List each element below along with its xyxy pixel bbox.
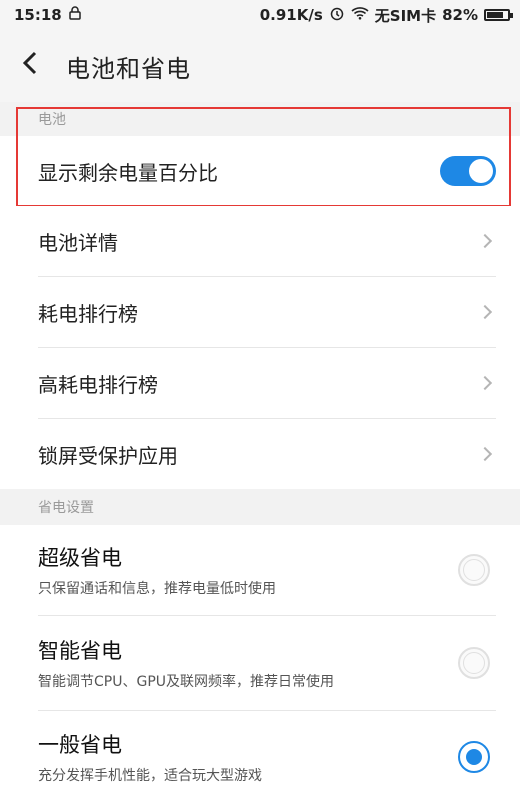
network-speed: 0.91K/s bbox=[259, 6, 323, 24]
mode-text: 智能省电 智能调节CPU、GPU及联网频率，推荐日常使用 bbox=[38, 635, 458, 691]
mode-title: 一般省电 bbox=[38, 732, 122, 757]
row-label: 显示剩余电量百分比 bbox=[38, 160, 218, 185]
mode-general-saving[interactable]: 一般省电 充分发挥手机性能，适合玩大型游戏 bbox=[0, 711, 520, 802]
mode-text: 一般省电 充分发挥手机性能，适合玩大型游戏 bbox=[38, 729, 458, 785]
section-header-battery: 电池 bbox=[0, 102, 520, 136]
radio-button[interactable] bbox=[458, 554, 490, 586]
chevron-right-icon bbox=[477, 375, 493, 391]
battery-icon bbox=[484, 9, 513, 21]
status-bar-left: 15:18 bbox=[14, 6, 82, 24]
mode-title: 智能省电 bbox=[38, 639, 122, 663]
mode-smart-saving[interactable]: 智能省电 智能调节CPU、GPU及联网频率，推荐日常使用 bbox=[0, 616, 520, 710]
lock-notification-icon bbox=[68, 6, 82, 24]
sim-status: 无SIM卡 bbox=[374, 6, 437, 25]
radio-empty-indicator bbox=[463, 559, 485, 581]
battery-percent: 82% bbox=[442, 6, 478, 24]
chevron-right-icon bbox=[477, 233, 493, 249]
row-battery-details[interactable]: 电池详情 bbox=[0, 206, 520, 276]
row-high-power-ranking[interactable]: 高耗电排行榜 bbox=[0, 348, 520, 418]
page-title: 电池和省电 bbox=[66, 54, 191, 83]
row-label: 高耗电排行榜 bbox=[38, 372, 158, 397]
wifi-icon bbox=[351, 6, 369, 24]
chevron-right-icon bbox=[477, 304, 493, 320]
status-bar-right: 0.91K/s 无SIM卡 82% bbox=[259, 5, 513, 26]
row-label: 电池详情 bbox=[38, 230, 118, 255]
row-power-ranking[interactable]: 耗电排行榜 bbox=[0, 277, 520, 347]
section-header-power-saving: 省电设置 bbox=[0, 489, 520, 525]
battery-percentage-toggle[interactable] bbox=[440, 156, 496, 186]
mode-subtitle: 只保留通话和信息，推荐电量低时使用 bbox=[38, 581, 276, 597]
mode-text: 超级省电 只保留通话和信息，推荐电量低时使用 bbox=[38, 542, 458, 598]
back-button[interactable] bbox=[0, 30, 60, 102]
app-header: 电池和省电 bbox=[0, 30, 520, 102]
row-label: 耗电排行榜 bbox=[38, 301, 138, 326]
radio-empty-indicator bbox=[463, 652, 485, 674]
status-bar: 15:18 0.91K/s 无SIM卡 82% bbox=[0, 0, 520, 30]
row-label: 锁屏受保护应用 bbox=[38, 443, 178, 468]
row-show-battery-percentage[interactable]: 显示剩余电量百分比 bbox=[0, 136, 520, 206]
row-lockscreen-protected-apps[interactable]: 锁屏受保护应用 bbox=[0, 419, 520, 489]
mode-title: 超级省电 bbox=[38, 546, 122, 570]
status-time: 15:18 bbox=[14, 6, 62, 24]
radio-selected-dot bbox=[466, 748, 482, 765]
mode-subtitle: 充分发挥手机性能，适合玩大型游戏 bbox=[38, 767, 262, 784]
mode-super-saving[interactable]: 超级省电 只保留通话和信息，推荐电量低时使用 bbox=[0, 525, 520, 615]
alarm-icon bbox=[329, 5, 345, 25]
chevron-right-icon bbox=[477, 446, 493, 462]
chevron-left-icon bbox=[21, 49, 39, 84]
toggle-knob bbox=[469, 159, 493, 183]
mode-subtitle: 智能调节CPU、GPU及联网频率，推荐日常使用 bbox=[38, 674, 335, 690]
radio-button[interactable] bbox=[458, 647, 490, 679]
radio-button-selected[interactable] bbox=[458, 740, 490, 773]
